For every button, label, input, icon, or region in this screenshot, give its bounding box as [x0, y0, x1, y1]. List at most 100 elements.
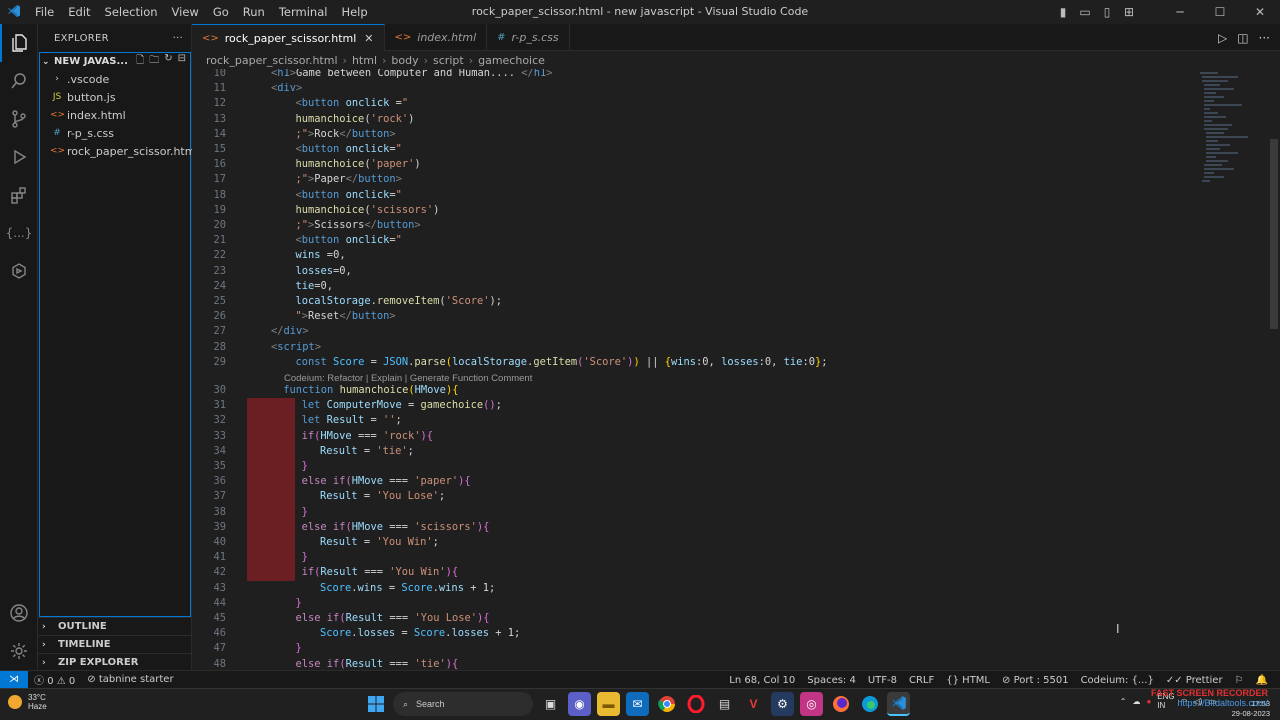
code-line[interactable]: 16 humanchoice('paper'): [192, 157, 1192, 172]
breadcrumb-item[interactable]: gamechoice: [478, 54, 545, 67]
code-line[interactable]: 32 let Result = '';: [192, 413, 1192, 428]
tree-item-index-html[interactable]: <> index.html: [40, 106, 190, 124]
json-tools-icon[interactable]: {...}: [0, 214, 38, 252]
code-line[interactable]: 19 humanchoice('scissors'): [192, 203, 1192, 218]
menu-terminal[interactable]: Terminal: [272, 0, 335, 24]
code-line[interactable]: 11 <div>: [192, 81, 1192, 96]
code-line[interactable]: 15 <button onclick=": [192, 142, 1192, 157]
file-explorer-icon[interactable]: ▬: [597, 692, 620, 716]
codeium-icon[interactable]: [0, 252, 38, 290]
code-line[interactable]: 24 tie=0,: [192, 279, 1192, 294]
code-line[interactable]: 12 <button onclick =": [192, 96, 1192, 111]
toggle-panel-icon[interactable]: ▭: [1074, 5, 1096, 19]
menu-selection[interactable]: Selection: [98, 0, 165, 24]
code-line[interactable]: 37 Result = 'You Lose';: [192, 489, 1192, 504]
show-hidden-icons-icon[interactable]: ⌃: [1120, 697, 1127, 706]
tabnine-status[interactable]: ⊘ tabnine starter: [81, 674, 179, 685]
code-line[interactable]: 22 wins =0,: [192, 248, 1192, 263]
feedback-icon[interactable]: ⚐: [1229, 675, 1250, 686]
menu-file[interactable]: File: [28, 0, 61, 24]
live-server-port[interactable]: ⊘ Port : 5501: [996, 675, 1075, 686]
language-mode[interactable]: {} HTML: [940, 675, 996, 686]
encoding[interactable]: UTF-8: [862, 675, 903, 686]
instagram-icon[interactable]: ◎: [800, 692, 823, 716]
close-window-button[interactable]: ✕: [1240, 5, 1280, 19]
tree-item-button-js[interactable]: JS button.js: [40, 88, 190, 106]
code-line[interactable]: 25 localStorage.removeItem('Score');: [192, 294, 1192, 309]
code-line[interactable]: 41}: [192, 550, 1192, 565]
firefox-icon[interactable]: [829, 692, 852, 716]
problems-indicator[interactable]: ⓧ 0 ⚠ 0: [28, 672, 81, 687]
tab-rock-paper-scissor[interactable]: <> rock_paper_scissor.html ✕: [192, 24, 385, 51]
menu-view[interactable]: View: [165, 0, 206, 24]
accounts-icon[interactable]: [0, 594, 38, 632]
tree-item-rock-paper-scissor-html[interactable]: <> rock_paper_scissor.html: [40, 142, 199, 160]
code-line[interactable]: 27 </div>: [192, 324, 1192, 339]
code-line[interactable]: 45 else if(Result === 'You Lose'){: [192, 611, 1192, 626]
menu-edit[interactable]: Edit: [61, 0, 97, 24]
breadcrumb-item[interactable]: rock_paper_scissor.html: [206, 54, 338, 67]
new-file-icon[interactable]: 🗋: [136, 53, 144, 70]
timeline-section[interactable]: › TIMELINE: [38, 635, 192, 653]
code-line[interactable]: 33 if(HMove === 'rock'){: [192, 429, 1192, 444]
code-line[interactable]: 10 <h1>Game between Computer and Human...…: [192, 69, 1192, 81]
code-line[interactable]: 18 <button onclick=": [192, 188, 1192, 203]
code-line[interactable]: 38}: [192, 505, 1192, 520]
zip-explorer-section[interactable]: › ZIP EXPLORER: [38, 653, 192, 671]
prettier-status[interactable]: ✓✓ Prettier: [1160, 675, 1229, 686]
menu-go[interactable]: Go: [206, 0, 236, 24]
code-line[interactable]: 21 <button onclick=": [192, 233, 1192, 248]
code-line[interactable]: 47}: [192, 641, 1192, 656]
tree-item-r-p-s-css[interactable]: # r-p_s.css: [40, 124, 190, 142]
tab-index-html[interactable]: <> index.html: [385, 24, 488, 51]
explorer-icon[interactable]: [0, 24, 38, 62]
code-line[interactable]: 17 ;">Paper</button>: [192, 172, 1192, 187]
collapse-all-icon[interactable]: ⊟: [178, 53, 186, 70]
vscode-taskbar-icon[interactable]: [887, 692, 910, 716]
chat-icon[interactable]: ◉: [568, 692, 591, 716]
indentation[interactable]: Spaces: 4: [801, 675, 862, 686]
scrollbar-thumb[interactable]: [1270, 139, 1278, 329]
task-view-icon[interactable]: ▣: [539, 692, 562, 716]
remote-icon[interactable]: ⋊: [0, 670, 28, 689]
customize-layout-icon[interactable]: ⊞: [1118, 5, 1140, 19]
code-line[interactable]: 42 if(Result === 'You Win'){: [192, 565, 1192, 580]
code-line[interactable]: 26 ">Reset</button>: [192, 309, 1192, 324]
code-line[interactable]: 34 Result = 'tie';: [192, 444, 1192, 459]
workspace-folder[interactable]: ⌄ NEW JAVAS... 🗋 🗀 ↻ ⊟: [40, 53, 190, 70]
code-line[interactable]: 44}: [192, 596, 1192, 611]
split-editor-icon[interactable]: ◫: [1237, 31, 1248, 45]
code-line[interactable]: 29 const Score = JSON.parse(localStorage.…: [192, 355, 1192, 370]
code-line[interactable]: 13 humanchoice('rock'): [192, 112, 1192, 127]
vs-app-icon[interactable]: ⚙: [771, 692, 794, 716]
code-editor[interactable]: 10 <h1>Game between Computer and Human...…: [192, 69, 1192, 670]
breadcrumb-item[interactable]: script: [433, 54, 464, 67]
code-line[interactable]: 48 else if(Result === 'tie'){: [192, 657, 1192, 670]
windows-start-icon[interactable]: [364, 692, 387, 716]
code-line[interactable]: 23 losses=0,: [192, 264, 1192, 279]
code-line[interactable]: 46 Score.losses = Score.losses + 1;: [192, 626, 1192, 641]
code-line[interactable]: 31 let ComputerMove = gamechoice();: [192, 398, 1192, 413]
run-file-icon[interactable]: ▷: [1218, 31, 1227, 45]
onedrive-icon[interactable]: ☁: [1132, 697, 1140, 706]
codeium-status[interactable]: Codeium: {...}: [1075, 675, 1160, 686]
code-line[interactable]: 43 Score.wins = Score.wins + 1;: [192, 581, 1192, 596]
more-actions-icon[interactable]: ···: [173, 33, 183, 44]
mail-icon[interactable]: ✉: [626, 692, 649, 716]
outline-section[interactable]: › OUTLINE: [38, 617, 192, 635]
edge-icon[interactable]: [858, 692, 881, 716]
code-line[interactable]: 35}: [192, 459, 1192, 474]
breadcrumb-item[interactable]: html: [352, 54, 377, 67]
toggle-sidebar-icon[interactable]: ▮: [1052, 5, 1074, 19]
maximize-button[interactable]: ☐: [1200, 5, 1240, 19]
tab-r-p-s-css[interactable]: # r-p_s.css: [487, 24, 570, 51]
cursor-position[interactable]: Ln 68, Col 10: [723, 675, 801, 686]
menu-help[interactable]: Help: [334, 0, 374, 24]
menu-run[interactable]: Run: [236, 0, 272, 24]
search-icon[interactable]: [0, 62, 38, 100]
notepad-icon[interactable]: ▤: [713, 692, 736, 716]
code-line[interactable]: 36 else if(HMove === 'paper'){: [192, 474, 1192, 489]
line-ending[interactable]: CRLF: [903, 675, 940, 686]
vivaldi-icon[interactable]: V: [742, 692, 765, 716]
code-line[interactable]: 40 Result = 'You Win';: [192, 535, 1192, 550]
